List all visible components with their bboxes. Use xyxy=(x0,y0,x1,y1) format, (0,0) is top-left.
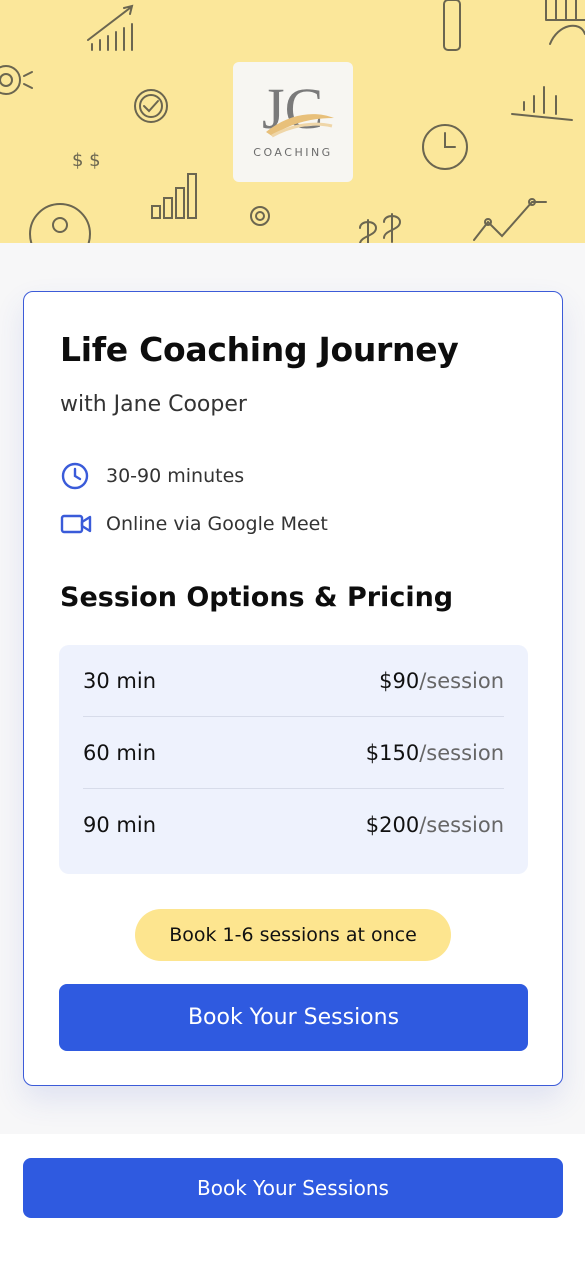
price-value: $200 xyxy=(365,813,420,837)
price-value: $150 xyxy=(365,740,420,765)
price-duration: 90 min xyxy=(83,813,156,837)
price-row: 90 min $200/session xyxy=(83,789,504,861)
duration-row: 30-90 minutes xyxy=(60,462,244,490)
dollar-doodle: $ $ xyxy=(72,150,101,171)
location-text: Online via Google Meet xyxy=(106,513,328,535)
price-unit: /session xyxy=(419,668,504,693)
footer-book-sessions-button[interactable]: Book Your Sessions xyxy=(23,1158,563,1218)
price-row: 30 min $90/session xyxy=(83,645,504,717)
bulk-booking-badge: Book 1-6 sessions at once xyxy=(135,909,451,961)
clock-icon xyxy=(60,462,94,490)
header-banner: $ $ JC COACHING xyxy=(0,0,585,243)
duration-text: 30-90 minutes xyxy=(106,465,245,487)
price-amount: $90/session xyxy=(379,669,504,693)
book-sessions-button[interactable]: Book Your Sessions xyxy=(59,984,528,1051)
logo: JC COACHING xyxy=(233,62,353,182)
price-amount: $200/session xyxy=(366,813,504,837)
logo-subtitle: COACHING xyxy=(253,146,333,159)
offer-card: Life Coaching Journey with Jane Cooper 3… xyxy=(23,291,563,1086)
price-value: $90 xyxy=(379,668,420,693)
jc-logo-icon: JC xyxy=(262,76,334,141)
price-amount: $150/session xyxy=(366,741,504,765)
sticky-footer: Book Your Sessions xyxy=(0,1134,585,1266)
price-duration: 30 min xyxy=(83,668,156,693)
offer-title: Life Coaching Journey xyxy=(60,330,459,369)
price-unit: /session xyxy=(419,740,504,765)
price-duration: 60 min xyxy=(83,740,156,765)
video-camera-icon xyxy=(60,510,94,538)
pricing-table: 30 min $90/session 60 min $150/session 9… xyxy=(59,645,528,874)
pricing-heading: Session Options & Pricing xyxy=(60,582,454,613)
price-row: 60 min $150/session xyxy=(83,717,504,789)
coach-name: with Jane Cooper xyxy=(60,392,247,417)
price-unit: /session xyxy=(419,813,504,837)
location-row: Online via Google Meet xyxy=(60,510,328,538)
